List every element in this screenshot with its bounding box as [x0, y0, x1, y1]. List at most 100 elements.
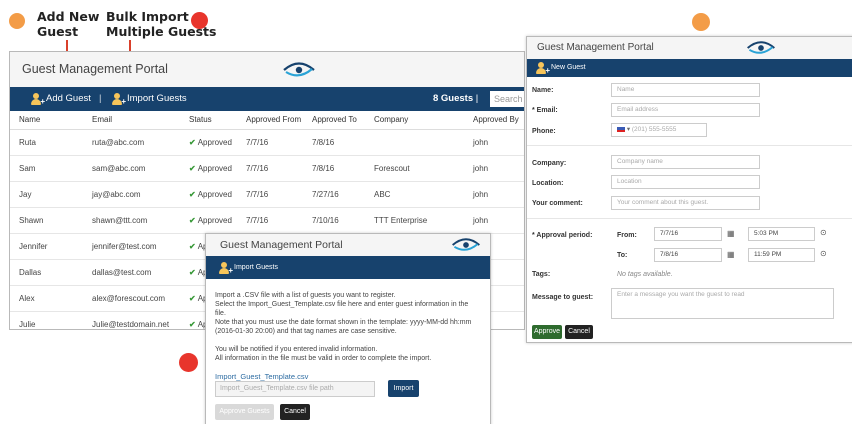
- import-guests-label: Import Guests: [127, 93, 187, 104]
- tags-label: Tags:: [532, 271, 551, 278]
- import-window-title: Guest Management Portal: [220, 239, 343, 251]
- name-field[interactable]: Name: [611, 83, 760, 97]
- calendar-icon[interactable]: ▦: [727, 250, 735, 259]
- new-guest-title-bar: Guest Management Portal: [527, 37, 852, 59]
- clock-icon[interactable]: ⊙: [820, 249, 827, 258]
- eye-logo-icon: [452, 238, 480, 251]
- column-header-email[interactable]: Email: [83, 111, 180, 130]
- column-header-status[interactable]: Status: [180, 111, 237, 130]
- add-guest-callout-line2: Guest: [37, 24, 79, 39]
- cell-approved-to: 7/27/16: [303, 181, 365, 208]
- import-users-icon: +: [111, 93, 126, 106]
- table-header-row: Name Email Status Approved From Approved…: [10, 111, 524, 130]
- checkmark-icon: ✔: [189, 293, 196, 303]
- import-instructions: Import a .CSV file with a list of guests…: [206, 279, 490, 381]
- message-label: Message to guest:: [532, 294, 594, 301]
- table-row[interactable]: Jay jay@abc.com ✔ Approved 7/7/16 7/27/16 ABC j…: [10, 181, 524, 208]
- phone-placeholder: (201) 555-5555: [631, 126, 677, 133]
- status-text: Approved: [197, 163, 232, 173]
- phone-label: Phone:: [532, 128, 556, 135]
- new-guest-window: Guest Management Portal + New Guest Name…: [526, 36, 852, 343]
- import-button[interactable]: Import: [388, 380, 419, 397]
- portal-toolbar: + Add Guest | + Import Guests 8 Guests |…: [10, 87, 524, 111]
- cell-name: Ruta: [10, 129, 83, 156]
- table-row[interactable]: Shawn shawn@ttt.com ✔ Approved 7/7/16 7/10/16…: [10, 207, 524, 234]
- new-guest-cancel-button[interactable]: Cancel: [565, 325, 593, 339]
- phone-field[interactable]: ▾ (201) 555-5555: [611, 123, 707, 137]
- column-header-approved-from[interactable]: Approved From: [237, 111, 303, 130]
- file-path-input[interactable]: Import_Guest_Template.csv file path: [215, 381, 375, 397]
- table-row[interactable]: Ruta ruta@abc.com ✔ Approved 7/7/16 7/8/16 joh…: [10, 129, 524, 156]
- company-label: Company:: [532, 160, 567, 167]
- form-divider: [527, 218, 852, 219]
- checkmark-icon: ✔: [189, 215, 196, 225]
- import-guests-dialog: Guest Management Portal + Import Guests …: [205, 233, 491, 424]
- comment-field[interactable]: Your comment about this guest.: [611, 196, 760, 210]
- cell-approved-by: john: [464, 181, 524, 208]
- cell-email: sam@abc.com: [83, 155, 180, 182]
- table-row[interactable]: Sam sam@abc.com ✔ Approved 7/7/16 7/8/16 Fores…: [10, 155, 524, 182]
- message-textarea[interactable]: Enter a message you want the guest to re…: [611, 288, 834, 319]
- import-title-bar: Guest Management Portal: [206, 234, 490, 256]
- cell-name: Jay: [10, 181, 83, 208]
- add-guest-button[interactable]: + Add Guest: [30, 87, 91, 111]
- cell-status: ✔ Approved: [180, 181, 237, 208]
- cell-name: Alex: [10, 285, 83, 312]
- checkmark-icon: ✔: [189, 189, 196, 199]
- search-input[interactable]: Search for: [490, 91, 524, 107]
- cell-email: dallas@test.com: [83, 259, 180, 286]
- cell-email: jennifer@test.com: [83, 233, 180, 260]
- add-guest-callout-dot: [9, 13, 25, 29]
- new-guest-callout-dot: [692, 13, 710, 31]
- cell-approved-to: 7/8/16: [303, 129, 365, 156]
- import-users-icon: +: [218, 261, 233, 274]
- column-header-approved-by[interactable]: Approved By: [464, 111, 524, 130]
- guest-count: 8 Guests |: [433, 87, 478, 111]
- approve-guests-button[interactable]: Approve Guests: [215, 404, 274, 420]
- cell-approved-from: 7/7/16: [237, 129, 303, 156]
- template-download-link[interactable]: Import_Guest_Template.csv: [215, 372, 481, 381]
- import-callout-dot: [179, 353, 198, 372]
- from-date-field[interactable]: 7/7/16: [654, 227, 722, 241]
- cell-approved-from: 7/7/16: [237, 207, 303, 234]
- instruction-line: Note that you must use the date format s…: [215, 319, 472, 326]
- eye-logo-icon: [283, 62, 315, 77]
- column-header-name[interactable]: Name: [10, 111, 83, 130]
- column-header-approved-to[interactable]: Approved To: [303, 111, 365, 130]
- import-cancel-button[interactable]: Cancel: [280, 404, 310, 420]
- location-label: Location:: [532, 180, 564, 187]
- from-time-field[interactable]: 5:03 PM: [748, 227, 815, 241]
- toolbar-separator: |: [99, 93, 102, 104]
- instruction-line: You will be notified if you entered inva…: [215, 346, 378, 353]
- instruction-line: All information in the file must be vali…: [215, 355, 432, 362]
- to-time-field[interactable]: 11:59 PM: [748, 248, 815, 262]
- cell-company: ABC: [365, 181, 464, 208]
- email-field[interactable]: Email address: [611, 103, 760, 117]
- instruction-line: Import a .CSV file with a list of guests…: [215, 292, 396, 299]
- status-text: Approved: [197, 137, 232, 147]
- approve-button[interactable]: Approve: [532, 325, 562, 339]
- import-guests-button[interactable]: + Import Guests: [111, 87, 187, 111]
- add-guest-label: Add Guest: [46, 93, 91, 104]
- guest-count-separator: |: [475, 93, 479, 104]
- guest-count-text: 8 Guests: [433, 93, 474, 104]
- from-label: From:: [617, 232, 637, 239]
- column-header-company[interactable]: Company: [365, 111, 464, 130]
- company-field[interactable]: Company name: [611, 155, 760, 169]
- import-header-bar: + Import Guests: [206, 256, 490, 279]
- clock-icon[interactable]: ⊙: [820, 228, 827, 237]
- cell-approved-by: john: [464, 129, 524, 156]
- cell-name: Sam: [10, 155, 83, 182]
- cell-status: ✔ Approved: [180, 155, 237, 182]
- calendar-icon[interactable]: ▦: [727, 229, 735, 238]
- checkmark-icon: ✔: [189, 163, 196, 173]
- location-field[interactable]: Location: [611, 175, 760, 189]
- eye-logo-icon: [747, 41, 775, 54]
- cell-name: Julie: [10, 311, 83, 329]
- to-date-field[interactable]: 7/8/16: [654, 248, 722, 262]
- status-text: Approved: [197, 189, 232, 199]
- email-label: * Email:: [532, 107, 558, 114]
- cell-approved-to: 7/8/16: [303, 155, 365, 182]
- cell-approved-to: 7/10/16: [303, 207, 365, 234]
- cell-approved-from: 7/7/16: [237, 155, 303, 182]
